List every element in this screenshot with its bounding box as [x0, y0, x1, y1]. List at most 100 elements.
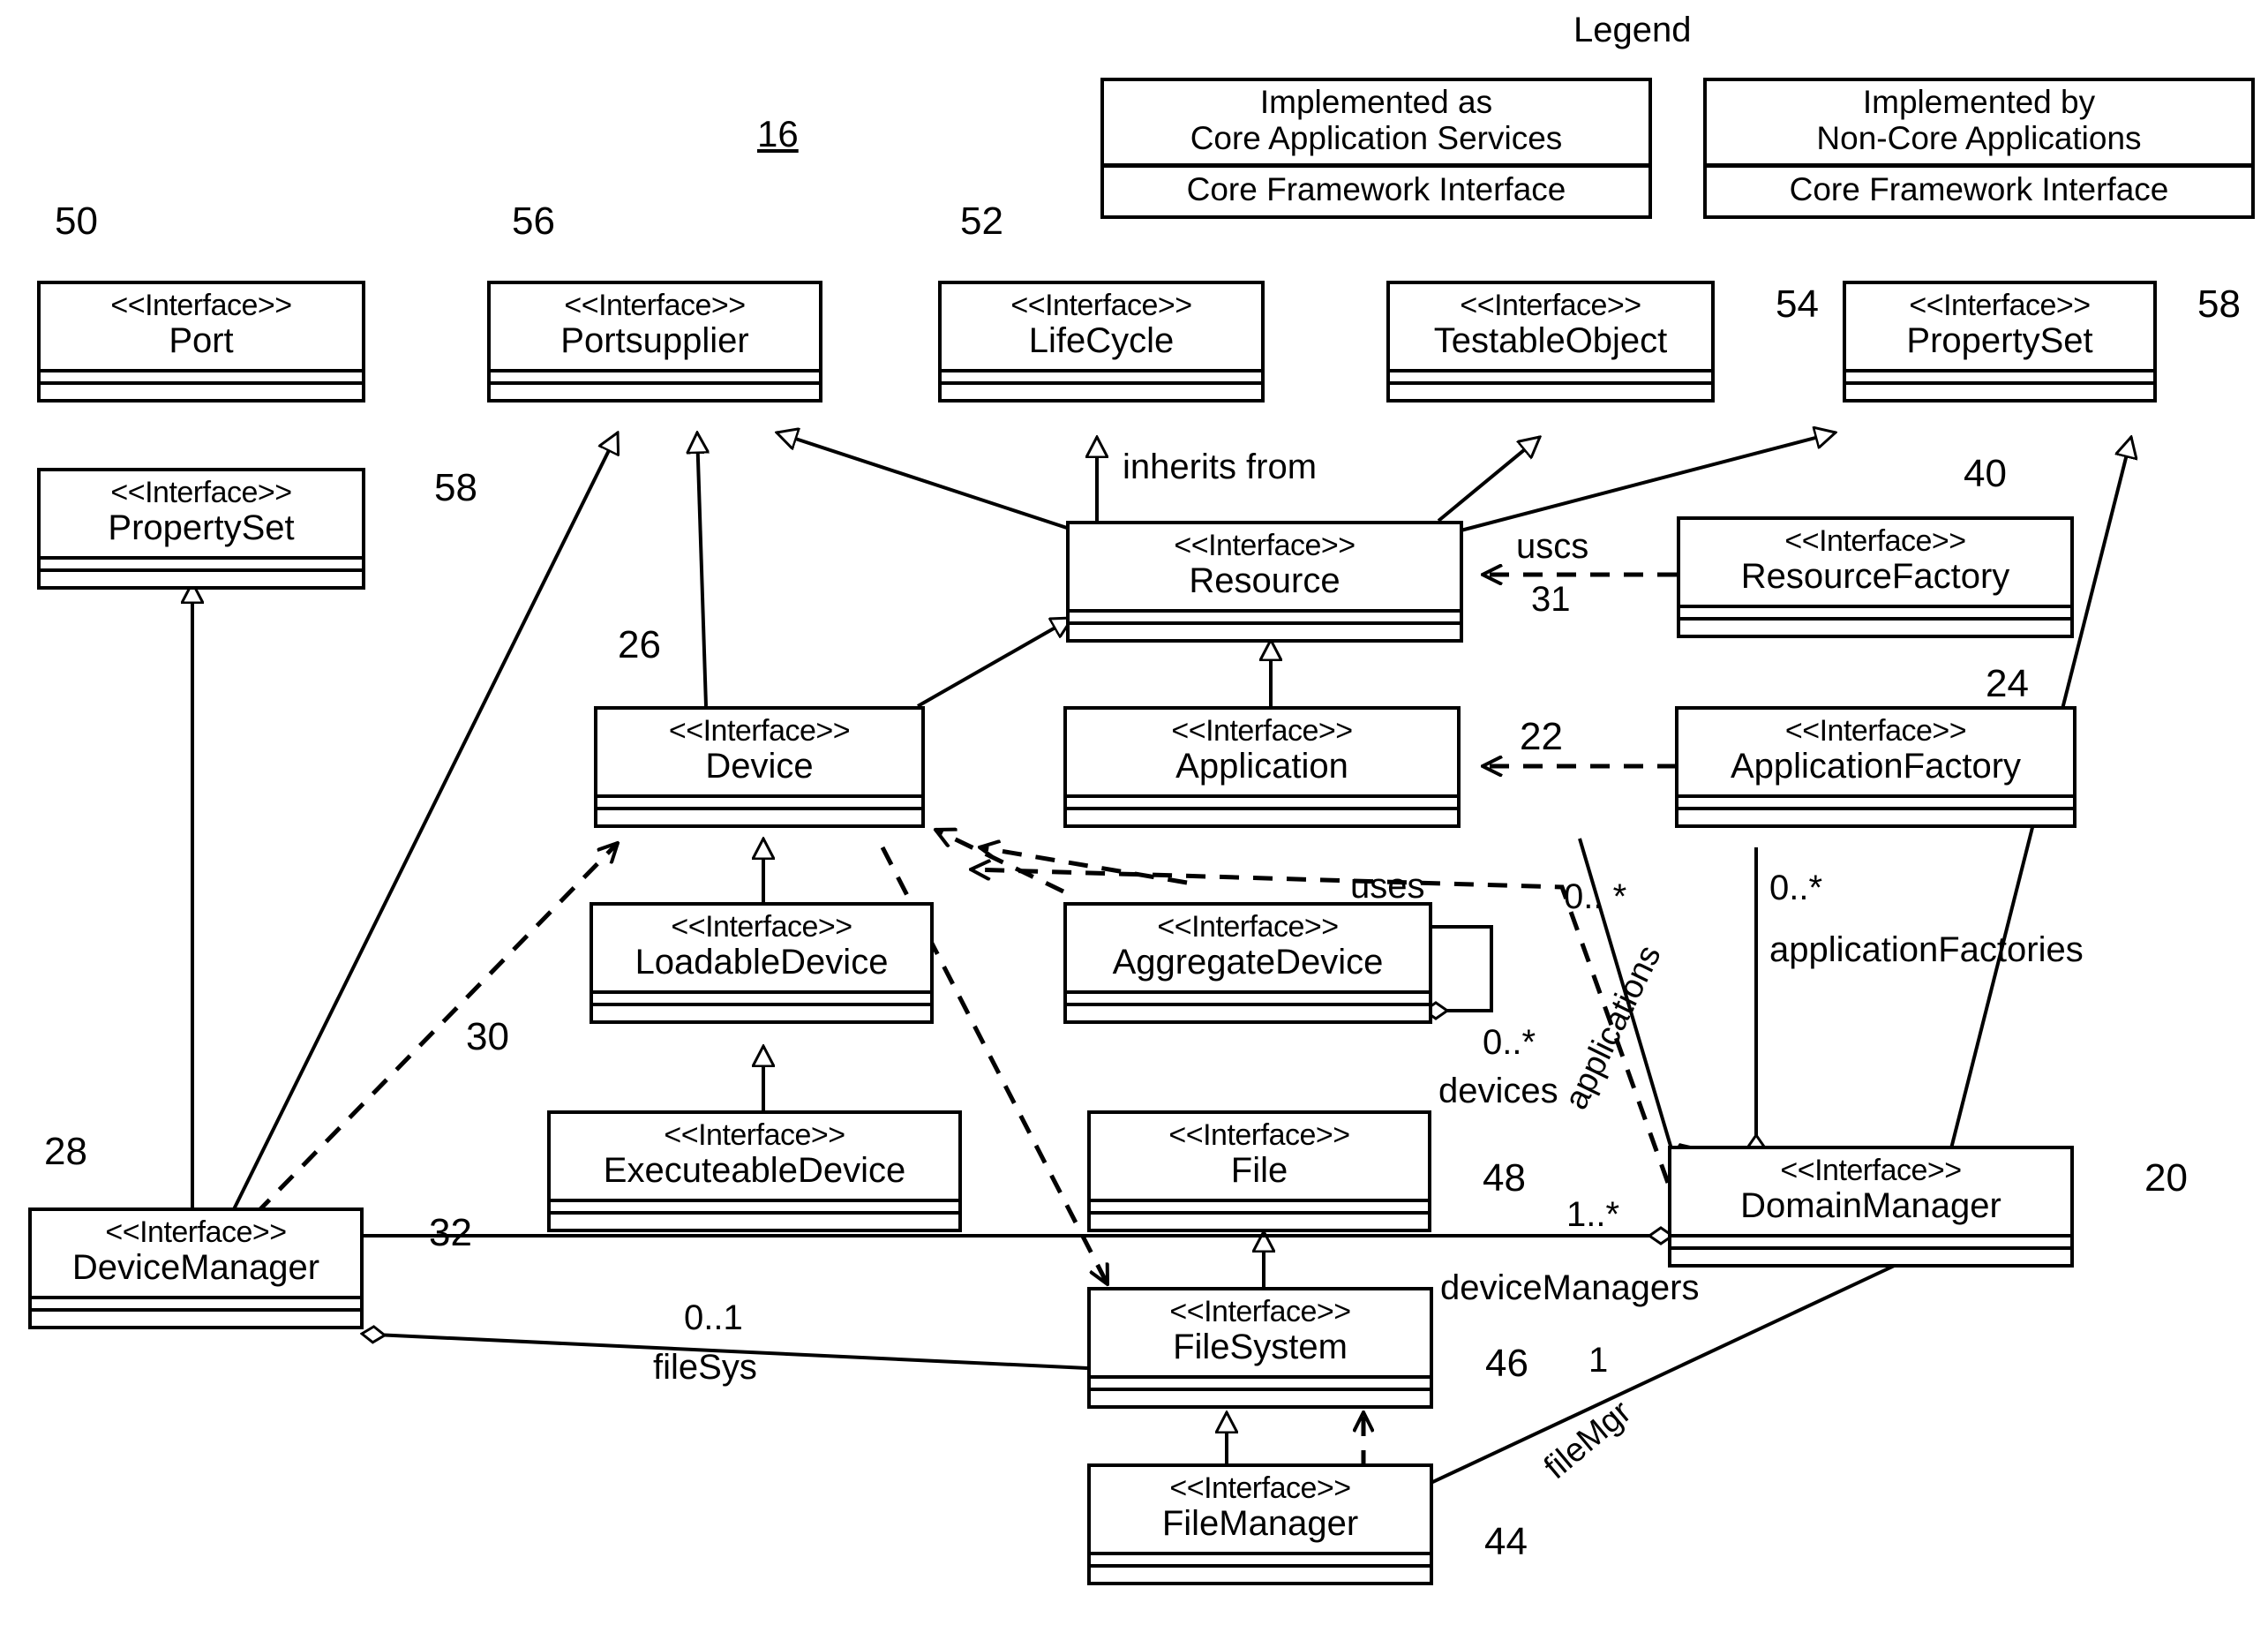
interface-resourcefactory-name: <<Interface>> ResourceFactory [1680, 520, 2070, 605]
interface-filemanager-name: <<Interface>> FileManager [1091, 1467, 1430, 1552]
interface-box-devicemanager[interactable]: <<Interface>> DeviceManager [28, 1207, 364, 1329]
stereotype-label: <<Interface>> [1169, 1295, 1351, 1328]
attribute-compartment [551, 1198, 958, 1211]
edge-label-device-managers-role: deviceManagers [1440, 1268, 1700, 1307]
attribute-compartment [1067, 989, 1429, 1003]
legend-box-1-footer-row: Core Framework Interface [1707, 163, 2251, 215]
stereotype-label: <<Interface>> [664, 1118, 845, 1152]
attribute-compartment [1091, 1198, 1428, 1211]
interface-name-resourcefactory: ResourceFactory [1740, 556, 2010, 596]
legend-box-1-description: Implemented by Non-Core Applications [1707, 81, 2251, 163]
attribute-compartment [1680, 604, 2070, 617]
interface-box-domainmanager[interactable]: <<Interface>> DomainManager [1668, 1146, 2074, 1268]
interface-box-applicationfactory[interactable]: <<Interface>> ApplicationFactory [1675, 706, 2076, 828]
interface-name-devicemanager: DeviceManager [71, 1247, 320, 1287]
reference-number-24: 24 [1986, 662, 2029, 705]
legend-box-0-line1: Implemented as [1259, 84, 1493, 120]
interface-loadabledevice-name: <<Interface>> LoadableDevice [593, 906, 930, 990]
interface-resource-name: <<Interface>> Resource [1070, 524, 1460, 609]
attribute-compartment [593, 989, 930, 1003]
interface-name-loadabledevice: LoadableDevice [635, 942, 889, 982]
interface-box-filesystem[interactable]: <<Interface>> FileSystem [1087, 1287, 1433, 1409]
interface-box-executeabledevice[interactable]: <<Interface>> ExecuteableDevice [547, 1110, 962, 1232]
attribute-compartment [32, 1295, 360, 1308]
attribute-compartment [1846, 368, 2153, 381]
legend-box-1-line2: Non-Core Applications [1816, 119, 2142, 156]
reference-number-28: 28 [44, 1130, 87, 1173]
interface-name-filemanager: FileManager [1161, 1503, 1359, 1543]
interface-box-file[interactable]: <<Interface>> File [1087, 1110, 1431, 1232]
reference-number-46: 46 [1485, 1342, 1528, 1385]
interface-name-executeabledevice: ExecuteableDevice [603, 1150, 906, 1190]
stereotype-label: <<Interface>> [110, 289, 292, 322]
operation-compartment [491, 380, 819, 399]
interface-box-lifecycle[interactable]: <<Interface>> LifeCycle [938, 281, 1265, 402]
interface-box-propertyset-left[interactable]: <<Interface>> PropertySet [37, 468, 365, 590]
reference-number-22: 22 [1520, 715, 1563, 758]
reference-number-58-left: 58 [434, 466, 477, 509]
operation-compartment [1390, 380, 1711, 399]
stereotype-label: <<Interface>> [1784, 714, 1967, 748]
interface-box-testableobject[interactable]: <<Interface>> TestableObject [1386, 281, 1715, 402]
interface-box-application[interactable]: <<Interface>> Application [1063, 706, 1461, 828]
stereotype-label: <<Interface>> [1174, 529, 1356, 562]
attribute-compartment [942, 368, 1261, 381]
legend-box-0-footer: Core Framework Interface [1186, 171, 1566, 208]
stereotype-label: <<Interface>> [671, 910, 852, 944]
reference-number-50: 50 [55, 199, 98, 243]
operation-compartment [593, 1002, 930, 1020]
interface-executeabledevice-name: <<Interface>> ExecuteableDevice [551, 1114, 958, 1199]
interface-box-port[interactable]: <<Interface>> Port [37, 281, 365, 402]
interface-name-port: Port [169, 320, 234, 360]
reference-number-44: 44 [1484, 1520, 1528, 1563]
stereotype-label: <<Interface>> [1909, 289, 2091, 322]
interface-box-aggregatedevice[interactable]: <<Interface>> AggregateDevice [1063, 902, 1432, 1024]
interface-filesystem-name: <<Interface>> FileSystem [1091, 1290, 1430, 1375]
reference-number-32: 32 [429, 1211, 472, 1254]
interface-box-loadabledevice[interactable]: <<Interface>> LoadableDevice [590, 902, 934, 1024]
stereotype-label: <<Interface>> [564, 289, 746, 322]
attribute-compartment [1091, 1374, 1430, 1388]
interface-devicemanager-name: <<Interface>> DeviceManager [32, 1211, 360, 1296]
operation-compartment [1070, 621, 1460, 639]
edge-label-devices-multiplicity: 0..* [1483, 1023, 1536, 1062]
operation-compartment [1680, 616, 2070, 635]
figure-number: 16 [757, 113, 799, 154]
reference-number-26: 26 [618, 623, 661, 666]
operation-compartment [1091, 1387, 1430, 1405]
operation-compartment [1067, 806, 1457, 824]
stereotype-label: <<Interface>> [1010, 289, 1192, 322]
attribute-compartment [1390, 368, 1711, 381]
interface-name-application: Application [1175, 746, 1348, 786]
stereotype-label: <<Interface>> [1157, 910, 1339, 944]
reference-number-52: 52 [960, 199, 1003, 243]
interface-box-filemanager[interactable]: <<Interface>> FileManager [1087, 1463, 1433, 1585]
reference-number-56: 56 [512, 199, 555, 243]
legend-box-0-description: Implemented as Core Application Services [1104, 81, 1648, 163]
uml-diagram-canvas: 16 Legend Implemented as Core Applicatio… [0, 0, 2268, 1625]
interface-name-testableobject: TestableObject [1433, 320, 1668, 360]
attribute-compartment [1678, 794, 2073, 807]
interface-name-propertyset-right: PropertySet [1906, 320, 2093, 360]
reference-number-58-right: 58 [2197, 282, 2241, 326]
edge-label-file-sys-role: fileSys [653, 1348, 757, 1387]
operation-compartment [551, 1210, 958, 1229]
interface-box-device[interactable]: <<Interface>> Device [594, 706, 925, 828]
stereotype-label: <<Interface>> [105, 1215, 287, 1249]
interface-name-portsupplier: Portsupplier [560, 320, 749, 360]
interface-applicationfactory-name: <<Interface>> ApplicationFactory [1678, 710, 2073, 794]
interface-application-name: <<Interface>> Application [1067, 710, 1457, 794]
operation-compartment [41, 568, 362, 586]
operation-compartment [597, 806, 921, 824]
legend-box-core-application-services: Implemented as Core Application Services… [1100, 78, 1652, 220]
interface-box-resource[interactable]: <<Interface>> Resource [1066, 521, 1463, 643]
interface-name-resource: Resource [1189, 560, 1341, 600]
stereotype-label: <<Interface>> [1460, 289, 1641, 322]
interface-propertyset-left-name: <<Interface>> PropertySet [41, 471, 362, 556]
legend-box-0-line2: Core Application Services [1190, 119, 1563, 156]
interface-box-portsupplier[interactable]: <<Interface>> Portsupplier [487, 281, 822, 402]
stereotype-label: <<Interface>> [1784, 524, 1966, 558]
interface-box-propertyset-right[interactable]: <<Interface>> PropertySet [1843, 281, 2157, 402]
interface-box-resourcefactory[interactable]: <<Interface>> ResourceFactory [1677, 516, 2074, 638]
reference-number-40: 40 [1964, 452, 2007, 495]
